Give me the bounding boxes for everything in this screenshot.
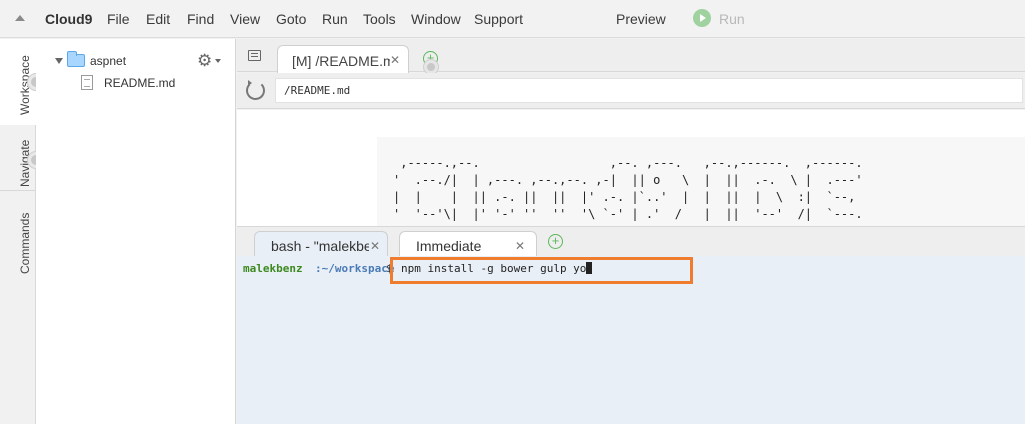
code-block: ,-----.,--. ,--. ,---. ,--.,------. ,---… <box>377 137 1025 226</box>
editor-tab-bar: [M] /README.m ✕ + <box>237 39 1025 74</box>
tab-immediate-label: Immediate <box>416 238 482 254</box>
play-icon <box>693 9 711 27</box>
menu-goto[interactable]: Goto <box>276 11 306 27</box>
tab-readme-label: [M] /README.m <box>292 53 390 69</box>
highlight-box <box>390 257 693 284</box>
preview-button[interactable]: Preview <box>616 11 666 27</box>
workspace-tree: aspnet README.md ⚙ <box>36 39 236 424</box>
markdown-preview: ,-----.,--. ,--. ,---. ,--.,------. ,---… <box>237 110 1025 226</box>
tab-readme[interactable]: [M] /README.m ✕ <box>277 45 409 73</box>
file-icon <box>81 75 93 90</box>
tab-immediate[interactable]: Immediate ✕ <box>399 231 537 258</box>
rail-label-commands: Commands <box>18 212 32 274</box>
terminal-pane[interactable]: malekbenz :~/workspace $ npm install -g … <box>237 256 1025 424</box>
menu-support[interactable]: Support <box>474 11 523 27</box>
menu-edit[interactable]: Edit <box>146 11 170 27</box>
refresh-icon[interactable] <box>246 80 265 100</box>
expand-arrow-icon[interactable] <box>55 58 63 64</box>
folder-icon <box>67 51 85 67</box>
ascii-art-banner: ,-----.,--. ,--. ,---. ,--.,------. ,---… <box>393 156 863 221</box>
menu-file[interactable]: File <box>107 11 130 27</box>
terminal-tab-bar: bash - "malekbenz ✕ Immediate ✕ + <box>237 226 1025 258</box>
menu-run[interactable]: Run <box>322 11 348 27</box>
brand-logo[interactable]: Cloud9 <box>45 11 92 27</box>
prompt-user: malekbenz <box>243 262 303 275</box>
close-icon[interactable]: ✕ <box>515 239 525 253</box>
menu-find[interactable]: Find <box>187 11 214 27</box>
resize-handle-icon[interactable] <box>424 60 438 74</box>
close-icon[interactable]: ✕ <box>390 53 400 67</box>
run-label: Run <box>719 11 745 27</box>
collapse-menu-icon[interactable] <box>15 15 25 21</box>
close-icon[interactable]: ✕ <box>370 239 380 253</box>
add-terminal-icon[interactable]: + <box>548 234 563 249</box>
chevron-down-icon[interactable] <box>215 59 221 63</box>
tree-item-aspnet[interactable]: aspnet <box>90 54 126 68</box>
prompt-path: :~/workspace <box>315 262 395 275</box>
rail-tab-commands[interactable]: Commands <box>0 191 36 279</box>
gear-icon[interactable]: ⚙ <box>197 52 212 69</box>
preview-url-input[interactable] <box>275 78 1023 103</box>
side-rail: Workspace Navigate Commands <box>0 39 44 424</box>
menu-view[interactable]: View <box>230 11 260 27</box>
menu-tools[interactable]: Tools <box>363 11 396 27</box>
tab-list-icon[interactable] <box>248 50 261 61</box>
tab-bash[interactable]: bash - "malekbenz ✕ <box>254 231 388 258</box>
preview-toolbar <box>237 73 1025 109</box>
menu-bar: Cloud9 File Edit Find View Goto Run Tool… <box>0 0 1025 38</box>
menu-window[interactable]: Window <box>411 11 461 27</box>
tab-bash-label: bash - "malekbenz <box>271 238 369 254</box>
tree-item-readme[interactable]: README.md <box>104 76 175 90</box>
